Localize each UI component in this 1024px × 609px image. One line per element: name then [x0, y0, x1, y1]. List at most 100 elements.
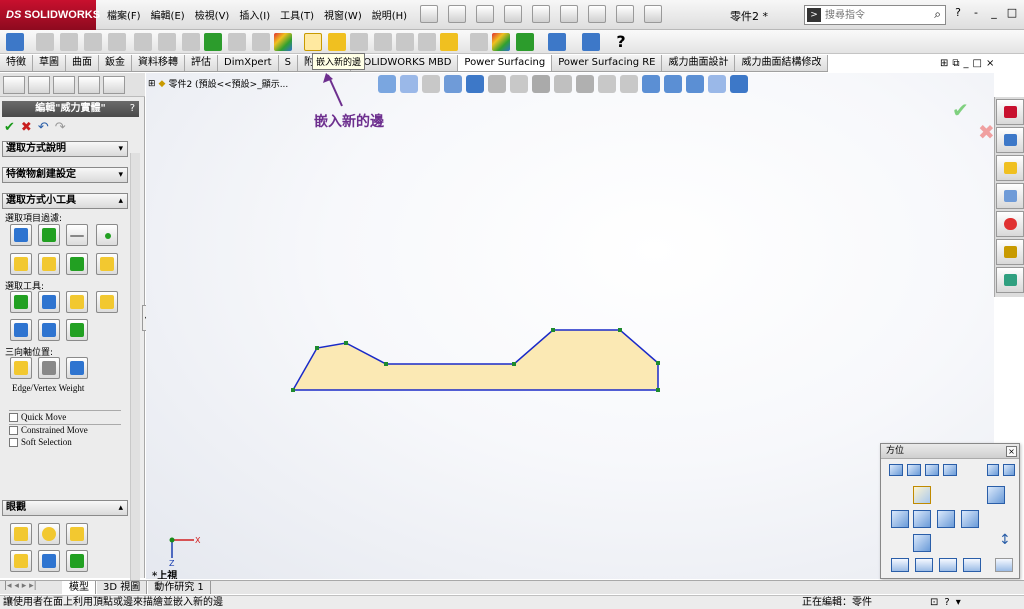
- menu-view[interactable]: 檢視(V): [190, 7, 235, 22]
- vertex[interactable]: [315, 346, 319, 350]
- surface-loft-icon[interactable]: [84, 33, 102, 51]
- reset-view-icon[interactable]: [943, 464, 957, 476]
- curvature-icon[interactable]: [492, 33, 510, 51]
- surface-blend-icon[interactable]: [182, 33, 200, 51]
- property-manager-tab-icon[interactable]: [28, 76, 50, 94]
- menu-help[interactable]: 說明(H): [367, 7, 412, 22]
- vertex[interactable]: [551, 328, 555, 332]
- view-right[interactable]: [937, 510, 955, 528]
- constrained-move-checkbox[interactable]: Constrained Move: [9, 425, 88, 435]
- filter-grid-button[interactable]: [96, 253, 118, 275]
- section-appearance[interactable]: 眼觀 ▴: [2, 500, 128, 516]
- cancel-x-icon[interactable]: ✖: [978, 120, 994, 144]
- surface-patch-icon[interactable]: [60, 33, 78, 51]
- quick-move-checkbox[interactable]: Quick Move: [9, 412, 66, 422]
- menu-insert[interactable]: 插入(I): [234, 7, 275, 22]
- units-icon[interactable]: ⊡: [930, 596, 938, 609]
- ok-check-icon[interactable]: ✔: [4, 120, 15, 135]
- select-shape-button[interactable]: [66, 319, 88, 341]
- view-left[interactable]: [891, 510, 909, 528]
- view-isometric[interactable]: [987, 486, 1005, 504]
- filter-points-button[interactable]: [96, 224, 118, 246]
- checkbox-box[interactable]: [9, 425, 18, 435]
- configuration-manager-tab-icon[interactable]: [53, 76, 75, 94]
- search-icon[interactable]: ⌕: [934, 7, 941, 22]
- save-icon[interactable]: [476, 5, 494, 23]
- viewport-two-vertical[interactable]: [939, 558, 957, 572]
- maximize-button[interactable]: □: [1006, 6, 1018, 19]
- display-shape-1-button[interactable]: [10, 550, 32, 572]
- help-question-icon[interactable]: ?: [612, 33, 630, 51]
- mirror-icon[interactable]: [582, 33, 600, 51]
- section-view-icon[interactable]: [548, 33, 566, 51]
- checkbox-box[interactable]: [9, 437, 18, 447]
- surface-grid-icon[interactable]: [108, 33, 126, 51]
- menu-file[interactable]: 檔案(F): [102, 7, 146, 22]
- select-vertical-button[interactable]: [10, 319, 32, 341]
- select-green-cube-button[interactable]: [10, 291, 32, 313]
- filter-face-loop-button[interactable]: [38, 253, 60, 275]
- open-folder-icon[interactable]: [448, 5, 466, 23]
- grid-select-icon[interactable]: [440, 33, 458, 51]
- cancel-x-icon[interactable]: ✖: [21, 120, 32, 135]
- tab-sketch[interactable]: 草圖: [33, 55, 66, 71]
- edit-pencil-icon[interactable]: [418, 33, 436, 51]
- network-icon[interactable]: [516, 33, 534, 51]
- task-solidworks-resources[interactable]: [996, 99, 1024, 125]
- select-loop-button[interactable]: [66, 291, 88, 313]
- view-back[interactable]: [961, 510, 979, 528]
- undo-arrow-icon[interactable]: ↶: [38, 120, 49, 135]
- tab-power-surfacing[interactable]: Power Surfacing: [458, 55, 553, 71]
- triad-position-1-button[interactable]: [10, 357, 32, 379]
- link-view-icon[interactable]: [1003, 464, 1015, 476]
- select-ring-button[interactable]: [96, 291, 118, 313]
- panel-scrollbar[interactable]: [130, 153, 140, 583]
- task-view-palette[interactable]: [996, 183, 1024, 209]
- tab-data-migration[interactable]: 資料移轉: [132, 55, 185, 71]
- vertex[interactable]: [618, 328, 622, 332]
- view-front[interactable]: [913, 510, 931, 528]
- feature-manager-tab-icon[interactable]: [3, 76, 25, 94]
- menu-tools[interactable]: 工具(T): [275, 7, 319, 22]
- menu-edit[interactable]: 編輯(E): [146, 7, 190, 22]
- undo-icon[interactable]: [532, 5, 550, 23]
- power-surface-icon[interactable]: [36, 33, 54, 51]
- help-dropdown-button[interactable]: -: [970, 6, 982, 19]
- section-feature-settings[interactable]: 特徵物創建設定 ▾: [2, 167, 128, 183]
- tab-features[interactable]: 特徵: [0, 55, 33, 71]
- select-grow-button[interactable]: [38, 291, 60, 313]
- panel-help-icon[interactable]: ?: [130, 101, 135, 117]
- search-input[interactable]: [825, 8, 925, 22]
- view-cube-icon[interactable]: [987, 464, 999, 476]
- minimize-button[interactable]: _: [988, 6, 1000, 19]
- solidworks-logo[interactable]: DS SOLIDWORKS: [0, 0, 100, 30]
- confirm-check-icon[interactable]: ✔: [952, 98, 969, 122]
- dropdown-icon[interactable]: ▾: [956, 596, 961, 609]
- help-button[interactable]: ?: [952, 6, 964, 19]
- view-top[interactable]: [913, 486, 931, 504]
- print-icon[interactable]: [504, 5, 522, 23]
- section-selection-help[interactable]: 選取方式說明 ▾: [2, 141, 128, 157]
- checkbox-box[interactable]: [9, 412, 18, 422]
- task-forum[interactable]: [996, 267, 1024, 293]
- task-custom-properties[interactable]: [996, 239, 1024, 265]
- task-file-explorer[interactable]: [996, 155, 1024, 181]
- rebuild-icon[interactable]: [588, 5, 606, 23]
- yellow-cube-icon[interactable]: [328, 33, 346, 51]
- graphics-area[interactable]: ⊞ ◆ 零件2 (預設<<預設>_顯示... 嵌入新的邊 ✔ ✖ X Z *上視: [146, 73, 994, 579]
- select-horizontal-button[interactable]: [38, 319, 60, 341]
- task-design-library[interactable]: [996, 127, 1024, 153]
- tile-icon[interactable]: ⊞: [940, 58, 948, 69]
- tab-dimxpert[interactable]: DimXpert: [218, 55, 279, 71]
- triad-position-2-button[interactable]: [38, 357, 60, 379]
- tab-s[interactable]: S: [278, 55, 298, 71]
- vertex[interactable]: [384, 362, 388, 366]
- filter-body-button[interactable]: [10, 253, 32, 275]
- tab-surfaces[interactable]: 曲面: [66, 55, 99, 71]
- split-icon[interactable]: [228, 33, 246, 51]
- green-solid-icon[interactable]: [204, 33, 222, 51]
- tab-power-surface-design[interactable]: 威力曲面設計: [662, 55, 736, 71]
- surface-fill-icon[interactable]: [134, 33, 152, 51]
- normal-to-arrow-icon[interactable]: ↕: [999, 532, 1011, 548]
- display-cage-button[interactable]: [66, 523, 88, 545]
